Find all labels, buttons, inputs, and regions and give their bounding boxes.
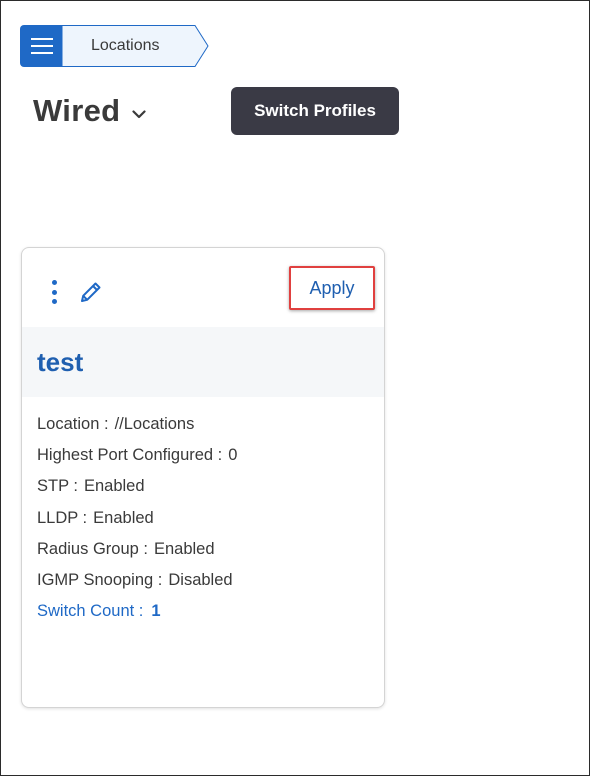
menu-bar-icon bbox=[30, 52, 53, 54]
profile-name-band: test bbox=[22, 327, 384, 397]
detail-value: //Locations bbox=[114, 415, 195, 433]
page-title-dropdown[interactable]: Wired bbox=[33, 90, 146, 132]
detail-row-stp: STP : Enabled bbox=[37, 475, 237, 506]
detail-label: LLDP : bbox=[37, 508, 88, 527]
profile-name[interactable]: test bbox=[37, 327, 83, 397]
detail-label: STP : bbox=[37, 477, 78, 496]
chevron-down-icon bbox=[132, 109, 146, 118]
switch-count-value[interactable]: 1 bbox=[151, 602, 160, 620]
detail-value: Enabled bbox=[153, 539, 215, 558]
profile-details: Location : //Locations Highest Port Confi… bbox=[37, 413, 237, 631]
apply-button[interactable]: Apply bbox=[289, 266, 375, 310]
detail-row-highest-port: Highest Port Configured : 0 bbox=[37, 444, 237, 475]
detail-value: Enabled bbox=[93, 508, 154, 527]
page-title: Wired bbox=[33, 93, 121, 128]
detail-label: Highest Port Configured : bbox=[37, 446, 223, 465]
tooltip: Switch Profiles bbox=[231, 87, 399, 135]
more-options-icon[interactable] bbox=[50, 280, 58, 304]
switch-profile-card: Apply test Location : //Locations Highest… bbox=[21, 247, 385, 708]
breadcrumb-item-locations[interactable]: Locations bbox=[62, 25, 210, 67]
menu-bar-icon bbox=[30, 45, 53, 47]
edit-pencil-icon[interactable] bbox=[79, 280, 103, 304]
detail-row-lldp: LLDP : Enabled bbox=[37, 507, 237, 538]
detail-value: Disabled bbox=[168, 570, 233, 589]
breadcrumb-label: Locations bbox=[91, 37, 160, 54]
detail-row-radius-group: Radius Group : Enabled bbox=[37, 538, 237, 569]
detail-label: Location : bbox=[37, 415, 109, 433]
switch-count-label[interactable]: Switch Count : bbox=[37, 602, 143, 620]
detail-label: Radius Group : bbox=[37, 539, 148, 558]
switch-count-link[interactable]: Switch Count : 1 bbox=[37, 600, 237, 631]
detail-value: Enabled bbox=[83, 477, 145, 496]
detail-label: IGMP Snooping : bbox=[37, 570, 163, 589]
menu-bar-icon bbox=[30, 38, 53, 40]
detail-value: 0 bbox=[228, 446, 238, 465]
card-toolbar: Apply bbox=[22, 248, 384, 328]
menu-button[interactable] bbox=[20, 25, 63, 67]
detail-row-igmp-snooping: IGMP Snooping : Disabled bbox=[37, 569, 237, 600]
detail-row-location: Location : //Locations bbox=[37, 413, 237, 444]
